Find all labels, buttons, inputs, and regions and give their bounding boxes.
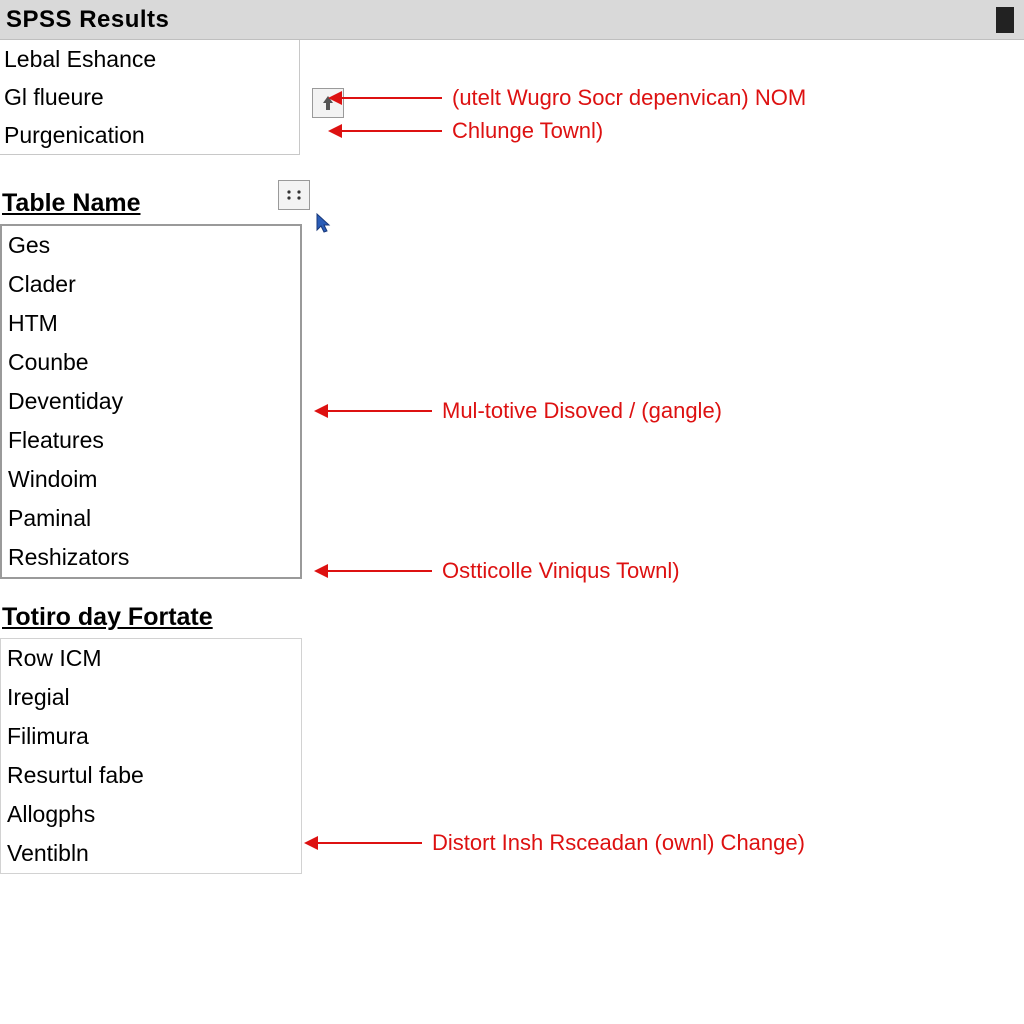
list-item-label: Allogphs: [7, 801, 95, 828]
list-item-label: Deventiday: [8, 388, 123, 415]
window-title: SPSS Results: [6, 6, 169, 34]
window-titlebar: SPSS Results: [0, 0, 1024, 40]
list-item-label: Gl flueure: [4, 84, 104, 111]
annotation: Mul-totive Disoved / (gangle): [316, 398, 722, 424]
annotation-text: Mul-totive Disoved / (gangle): [442, 398, 722, 424]
annotation: (utelt Wugro Socr depenvican) NOM: [330, 85, 806, 111]
totiro-list: Row ICM Iregial Filimura Resurtul fabe A…: [0, 638, 302, 874]
list-item[interactable]: Lebal Eshance: [0, 40, 299, 78]
table-name-list: Ges Clader HTM Counbe Deventiday Fleatur…: [0, 224, 302, 579]
top-options-list: Lebal Eshance Gl flueure Purgenication: [0, 40, 300, 155]
list-item-label: Filimura: [7, 723, 89, 750]
list-item-label: Purgenication: [4, 122, 145, 149]
annotation: Chlunge Townl): [330, 118, 603, 144]
list-item[interactable]: Reshizators: [2, 538, 300, 577]
annotation: Ostticolle Viniqus Townl): [316, 558, 680, 584]
annotation-text: Chlunge Townl): [452, 118, 603, 144]
list-item-label: Row ICM: [7, 645, 102, 672]
list-item[interactable]: Ventibln: [1, 834, 301, 873]
list-item-label: Resurtul fabe: [7, 762, 144, 789]
list-item-label: HTM: [8, 310, 58, 337]
list-item[interactable]: Filimura: [1, 717, 301, 756]
list-item-label: Windoim: [8, 466, 97, 493]
annotation-text: Distort Insh Rsceadan (ownl) Change): [432, 830, 805, 856]
section-heading: Table Name: [2, 189, 1024, 218]
more-options-button[interactable]: [278, 180, 310, 210]
content-area: Lebal Eshance Gl flueure Purgenication (…: [0, 40, 1024, 874]
list-item-label: Lebal Eshance: [4, 46, 156, 73]
dots-icon: [285, 188, 303, 202]
section-table-name: Table Name Ges Clader HTM Counbe Deventi…: [0, 189, 1024, 579]
list-item[interactable]: Row ICM: [1, 639, 301, 678]
cursor-icon: [314, 212, 334, 240]
list-item[interactable]: Ges: [2, 226, 300, 265]
list-item[interactable]: Windoim: [2, 460, 300, 499]
list-item-label: Clader: [8, 271, 76, 298]
window-control-icon[interactable]: [996, 7, 1014, 33]
list-item[interactable]: Iregial: [1, 678, 301, 717]
list-item-label: Ges: [8, 232, 50, 259]
list-item[interactable]: Resurtul fabe: [1, 756, 301, 795]
list-item[interactable]: Deventiday: [2, 382, 300, 421]
annotation-text: (utelt Wugro Socr depenvican) NOM: [452, 85, 806, 111]
list-item[interactable]: Allogphs: [1, 795, 301, 834]
list-item[interactable]: Gl flueure: [0, 78, 299, 116]
list-item[interactable]: Counbe: [2, 343, 300, 382]
list-item[interactable]: Paminal: [2, 499, 300, 538]
list-item-label: Reshizators: [8, 544, 129, 571]
list-item-label: Counbe: [8, 349, 89, 376]
list-item[interactable]: HTM: [2, 304, 300, 343]
list-item-label: Paminal: [8, 505, 91, 532]
list-item-label: Fleatures: [8, 427, 104, 454]
list-item[interactable]: Fleatures: [2, 421, 300, 460]
annotation: Distort Insh Rsceadan (ownl) Change): [306, 830, 805, 856]
section-heading: Totiro day Fortate: [2, 603, 1024, 632]
list-item[interactable]: Purgenication: [0, 116, 299, 154]
list-item-label: Iregial: [7, 684, 70, 711]
list-item[interactable]: Clader: [2, 265, 300, 304]
annotation-text: Ostticolle Viniqus Townl): [442, 558, 680, 584]
list-item-label: Ventibln: [7, 840, 89, 867]
